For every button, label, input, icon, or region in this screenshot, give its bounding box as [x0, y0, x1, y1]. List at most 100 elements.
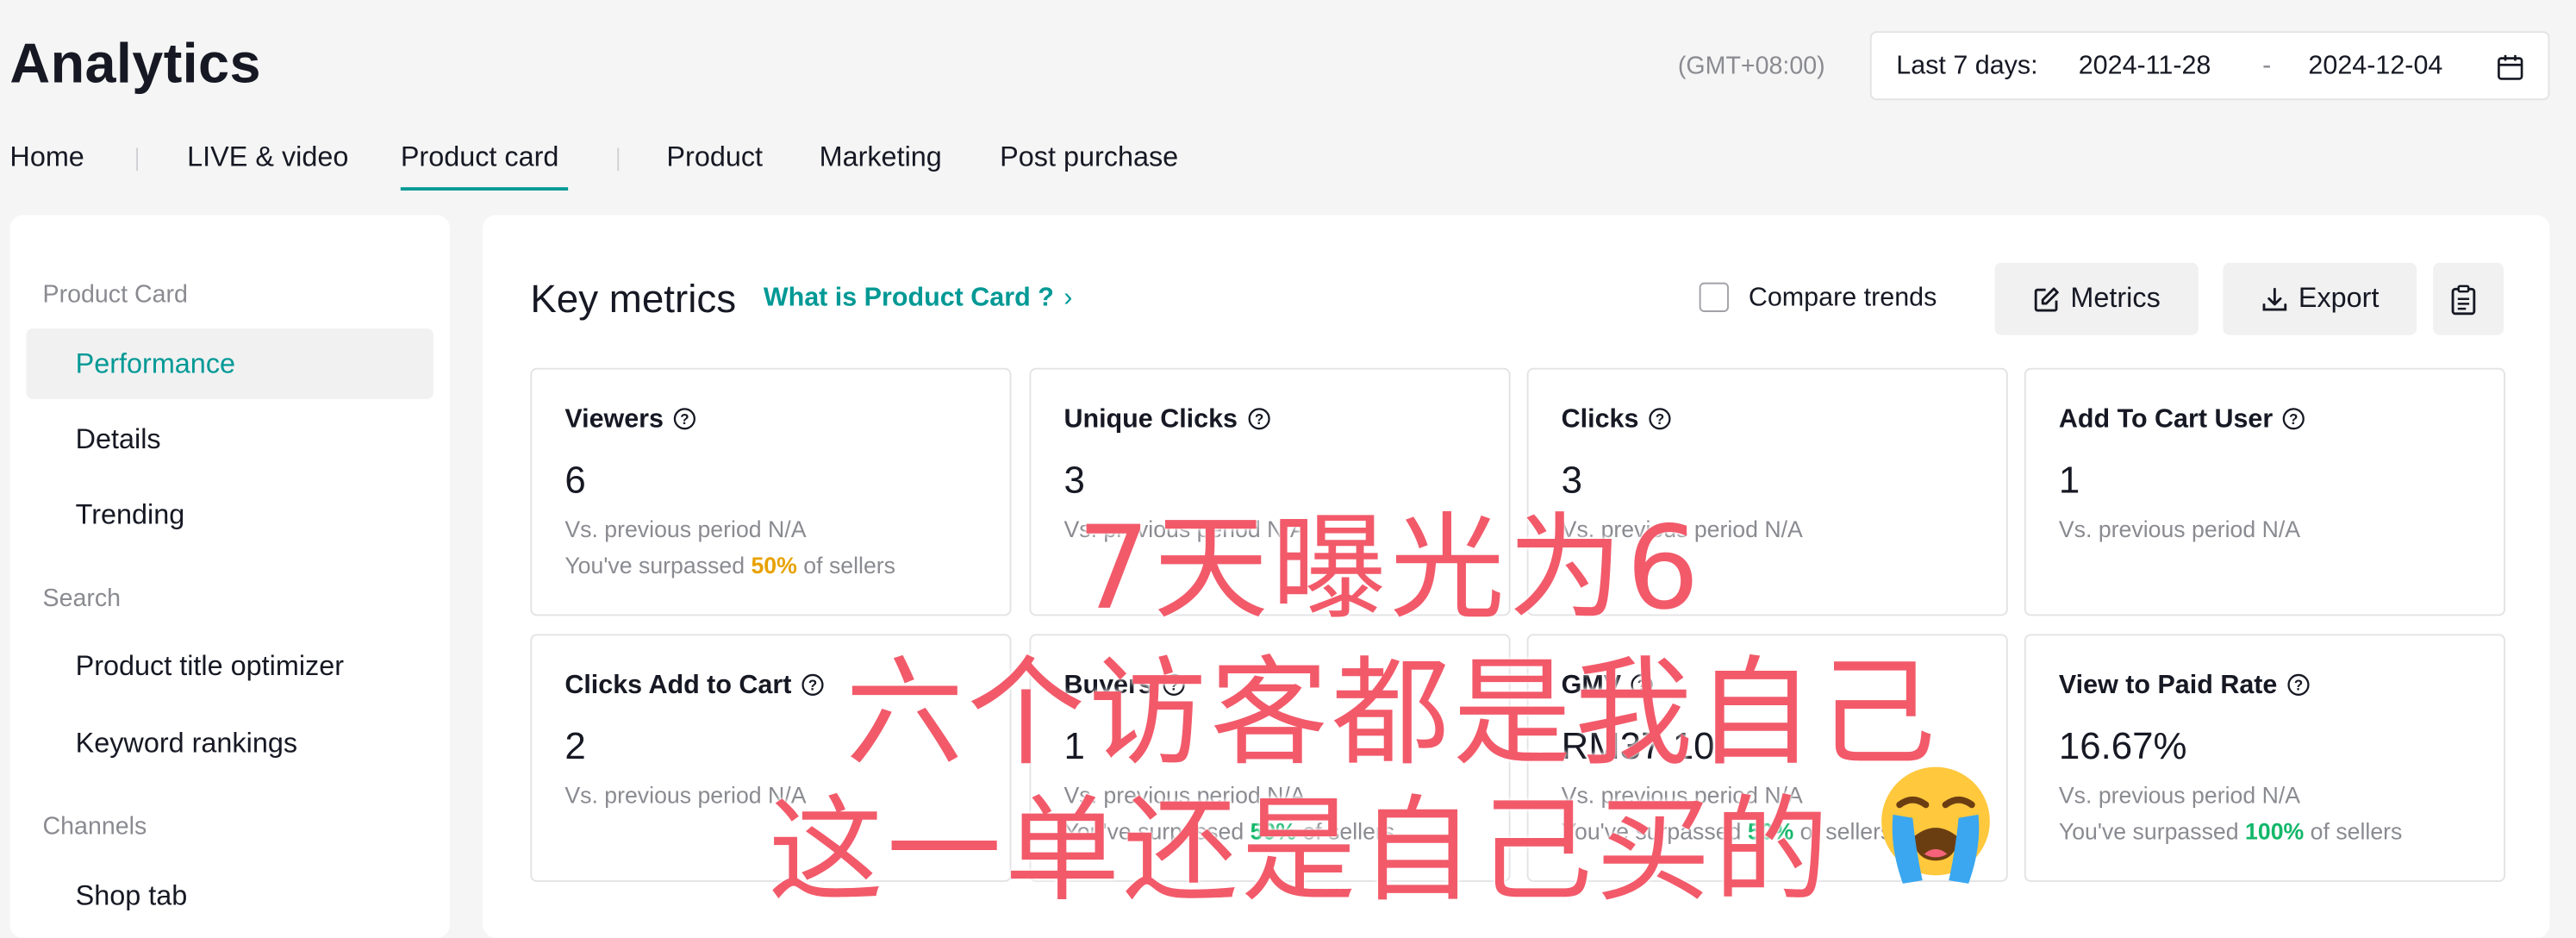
timezone-label: (GMT+08:00) [1677, 52, 1825, 81]
metric-card-clicks[interactable]: Clicks? 3 Vs. previous period N/A [1526, 367, 2008, 616]
metric-card-clicks-add-to-cart[interactable]: Clicks Add to Cart? 2 Vs. previous perio… [530, 634, 1012, 882]
surpass-percent: 50% [1250, 817, 1296, 845]
svg-text:?: ? [1638, 677, 1647, 694]
metric-value: 6 [564, 458, 586, 502]
metric-title: Viewers? [564, 406, 696, 435]
metric-surpass: You've surpassed 100% of sellers [2059, 818, 2403, 844]
metrics-button[interactable]: Metrics [1994, 262, 2199, 335]
sidebar-item-details[interactable]: Details [26, 404, 433, 475]
key-metrics-title: Key metrics [530, 277, 737, 322]
metric-value: 1 [1063, 724, 1085, 767]
tab-live-video[interactable]: LIVE & video [187, 141, 348, 174]
metric-title-text: Clicks [1561, 405, 1639, 434]
metric-card-add-to-cart-user[interactable]: Add To Cart User? 1 Vs. previous period … [2024, 367, 2506, 616]
download-icon [2262, 286, 2287, 310]
metric-card-gmv[interactable]: GMV? RM37.10 Vs. previous period N/A You… [1526, 634, 2008, 882]
tab-divider [617, 147, 620, 172]
sidebar-group-search: Search [42, 585, 122, 613]
metric-title-text: Viewers [564, 405, 664, 434]
export-button[interactable]: Export [2223, 262, 2417, 335]
sidebar-item-trending[interactable]: Trending [26, 479, 433, 550]
svg-text:?: ? [1169, 677, 1178, 694]
compare-trends-checkbox[interactable] [1699, 282, 1729, 312]
tab-divider [136, 147, 139, 172]
metric-comparison: Vs. previous period N/A [564, 516, 807, 542]
metric-title: Unique Clicks? [1063, 406, 1270, 435]
chevron-right-icon: › [1063, 284, 1073, 312]
metric-surpass: You've surpassed 50% of sellers [564, 552, 895, 578]
help-icon[interactable]: ? [673, 407, 696, 430]
metric-title-text: Unique Clicks [1063, 405, 1238, 434]
metric-title-text: View to Paid Rate [2058, 672, 2278, 700]
sidebar-item-product-title-optimizer[interactable]: Product title optimizer [26, 631, 433, 702]
help-icon[interactable]: ? [1163, 673, 1186, 697]
tab-marketing[interactable]: Marketing [820, 141, 942, 174]
metric-title: Buyers? [1063, 672, 1186, 701]
metric-card-unique-clicks[interactable]: Unique Clicks? 3 Vs. previous period N/A [1029, 367, 1511, 616]
svg-text:?: ? [2294, 677, 2303, 694]
metric-title: Add To Cart User? [2059, 406, 2305, 435]
svg-text:?: ? [808, 677, 817, 694]
help-icon[interactable]: ? [2283, 407, 2306, 430]
metric-title-text: Buyers [1063, 672, 1153, 700]
metric-title: View to Paid Rate? [2059, 672, 2311, 701]
compare-trends-label: Compare trends [1748, 284, 1937, 312]
help-icon[interactable]: ? [801, 673, 825, 697]
sidebar-item-shop-tab[interactable]: Shop tab [26, 860, 433, 931]
date-end[interactable]: 2024-12-04 [2308, 53, 2442, 82]
metric-card-view-to-paid-rate[interactable]: View to Paid Rate? 16.67% Vs. previous p… [2024, 634, 2506, 882]
metric-title-text: GMV [1561, 672, 1622, 700]
sidebar-item-keyword-rankings[interactable]: Keyword rankings [26, 708, 433, 779]
metric-title-text: Add To Cart User [2058, 405, 2273, 434]
surpass-percent: 50% [751, 552, 797, 578]
date-range-label: Last 7 days: [1896, 52, 2038, 81]
metric-surpass: You've surpassed 50% of sellers [1562, 818, 1893, 844]
page-title: Analytics [9, 33, 261, 96]
metric-card-viewers[interactable]: Viewers? 6 Vs. previous period N/A You'v… [530, 367, 1012, 616]
sidebar-group-product-card: Product Card [42, 280, 188, 310]
date-start[interactable]: 2024-11-28 [2079, 53, 2211, 82]
metric-surpass: You've surpassed 50% of sellers [1063, 818, 1394, 844]
metric-value: 3 [1063, 458, 1085, 502]
export-button-label: Export [2298, 282, 2380, 314]
tab-product[interactable]: Product [666, 141, 763, 174]
metric-value: 2 [564, 724, 586, 767]
help-icon[interactable]: ? [1631, 673, 1655, 697]
calendar-icon[interactable] [2496, 53, 2525, 82]
surpass-percent: 100% [2245, 817, 2305, 845]
clipboard-icon [2451, 284, 2476, 315]
metric-comparison: Vs. previous period N/A [1561, 781, 1803, 809]
report-button[interactable] [2433, 262, 2504, 335]
metric-value: RM37.10 [1561, 724, 1715, 767]
metric-comparison: Vs. previous period N/A [564, 781, 807, 809]
active-tab-indicator [400, 187, 569, 191]
edit-icon [2034, 286, 2059, 311]
help-link-label: What is Product Card ? [763, 284, 1054, 312]
what-is-product-card-link[interactable]: What is Product Card ? › [764, 285, 1073, 314]
help-icon[interactable]: ? [1247, 407, 1270, 430]
surpass-prefix: You've surpassed [564, 552, 752, 578]
surpass-prefix: You've surpassed [1561, 817, 1748, 845]
metric-card-buyers[interactable]: Buyers? 1 Vs. previous period N/A You've… [1029, 634, 1511, 882]
metric-title-text: Clicks Add to Cart [564, 672, 792, 700]
help-icon[interactable]: ? [2287, 673, 2311, 697]
tab-home[interactable]: Home [9, 141, 84, 174]
surpass-percent: 50% [1747, 817, 1794, 845]
metric-value: 1 [2058, 458, 2080, 502]
surpass-prefix: You've surpassed [2058, 817, 2246, 845]
sidebar: Product Card Performance Details Trendin… [9, 215, 450, 938]
date-range-picker[interactable]: Last 7 days: 2024-11-28 - 2024-12-04 [1869, 31, 2550, 101]
tab-post-purchase[interactable]: Post purchase [1000, 141, 1178, 174]
metric-title: Clicks? [1562, 406, 1672, 435]
tab-product-card[interactable]: Product card [401, 141, 559, 174]
metric-comparison: Vs. previous period N/A [2058, 516, 2301, 542]
date-separator: - [2262, 52, 2272, 81]
metric-value: 16.67% [2058, 724, 2187, 767]
metric-title: Clicks Add to Cart? [564, 672, 824, 701]
surpass-suffix: of sellers [1295, 817, 1395, 845]
sidebar-item-performance[interactable]: Performance [26, 328, 433, 399]
help-icon[interactable]: ? [1649, 407, 1672, 430]
analytics-page: Analytics (GMT+08:00) Last 7 days: 2024-… [0, 0, 2575, 938]
svg-text:?: ? [2290, 410, 2298, 428]
metric-comparison: Vs. previous period N/A [1063, 516, 1306, 542]
